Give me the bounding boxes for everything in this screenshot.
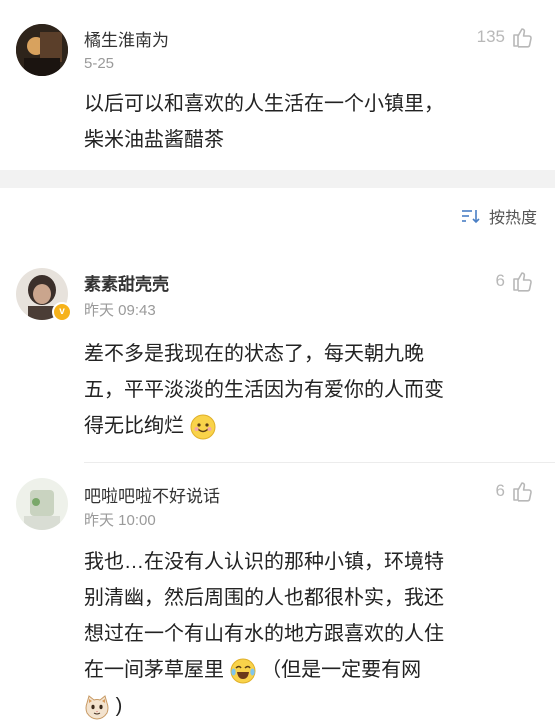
avatar-image [16, 24, 68, 76]
avatar[interactable] [16, 478, 68, 530]
sort-label: 按热度 [488, 210, 537, 227]
comment-line: 以后可以和喜欢的人生活在一个小镇里， [84, 93, 444, 115]
sort-icon [461, 210, 480, 224]
sort-toggle[interactable]: 按热度 [461, 204, 537, 228]
comment-line-text: ) [115, 695, 123, 717]
username[interactable]: 素素甜壳壳 [84, 270, 169, 295]
smiley-emoji-icon [190, 414, 216, 440]
cat-face-emoji-icon [85, 694, 109, 720]
username[interactable]: 吧啦吧啦不好说话 [84, 482, 220, 507]
comment-line-text: 得无比绚烂 [84, 415, 184, 437]
comment-line-text: 在一间茅草屋里 [84, 659, 224, 681]
comment-line: 在一间茅草屋里 （但是一定要有网 [84, 652, 539, 688]
thumbs-up-icon [513, 482, 532, 502]
comment-line-text: （但是一定要有网 [261, 659, 422, 681]
comment-text: 差不多是我现在的状态了，每天朝九晚 五，平平淡淡的生活因为有爱你的人而变 得无比… [84, 336, 539, 444]
avatar[interactable] [16, 24, 68, 76]
like-count: 6 [495, 271, 505, 290]
username[interactable]: 橘生淮南为 [84, 26, 169, 51]
comment-line: 别清幽，然后周围的人也都很朴实，我还 [84, 587, 444, 609]
comment-line: 五，平平淡淡的生活因为有爱你的人而变 [84, 379, 444, 401]
thumbs-up-icon [513, 272, 532, 292]
section-divider [0, 170, 555, 188]
timestamp: 昨天 09:43 [84, 302, 156, 319]
comment-text: 我也…在没有人认识的那种小镇，环境特 别清幽，然后周围的人也都很朴实，我还 想过… [84, 544, 539, 724]
comment-line: 柴米油盐酱醋茶 [84, 129, 224, 151]
comment-line: 差不多是我现在的状态了，每天朝九晚 [84, 343, 424, 365]
avatar-image [16, 478, 68, 530]
comment-line: 我也…在没有人认识的那种小镇，环境特 [84, 551, 444, 573]
timestamp: 5-25 [84, 55, 115, 72]
reply-divider [84, 462, 555, 463]
laughing-tears-emoji-icon [230, 658, 256, 684]
verified-badge: v [52, 302, 72, 322]
thumbs-up-icon [513, 28, 532, 48]
comment-line: ) [84, 688, 539, 724]
like-button[interactable]: 6 [496, 270, 533, 292]
like-count: 135 [476, 27, 505, 46]
like-button[interactable]: 6 [496, 480, 533, 502]
timestamp: 昨天 10:00 [84, 512, 156, 529]
comment-text: 以后可以和喜欢的人生活在一个小镇里， 柴米油盐酱醋茶 [84, 86, 539, 158]
like-button[interactable]: 135 [477, 26, 533, 48]
like-count: 6 [495, 481, 505, 500]
comment-line: 想过在一个有山有水的地方跟喜欢的人住 [84, 623, 444, 645]
comment-line: 得无比绚烂 [84, 408, 539, 444]
